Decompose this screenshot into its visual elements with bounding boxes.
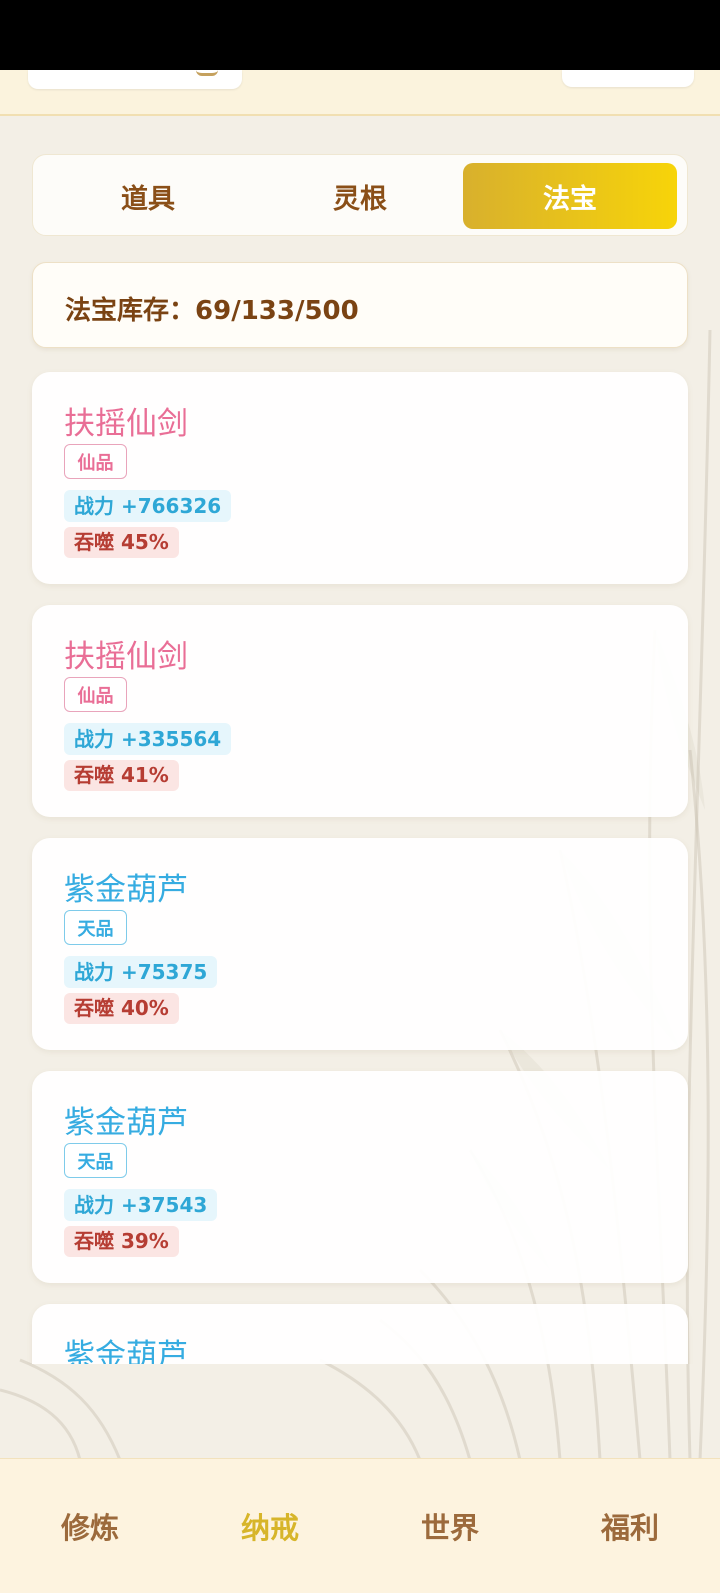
nav-storage-ring[interactable]: 纳戒: [180, 1459, 360, 1593]
artifact-card[interactable]: 紫金葫芦 天品 战力 +37543 吞噬 39%: [32, 1071, 688, 1283]
tab-spirit-root[interactable]: 灵根: [253, 163, 467, 229]
artifact-name: 紫金葫芦: [64, 1105, 188, 1141]
category-tabs: 道具 灵根 法宝: [32, 154, 688, 236]
artifact-card[interactable]: 扶摇仙剑 仙品 战力 +335564 吞噬 41%: [32, 605, 688, 817]
grade-badge: 天品: [64, 1143, 127, 1178]
power-stat: 战力 +766326: [64, 490, 232, 522]
bottom-nav: 修炼 纳戒 世界 福利: [0, 1458, 720, 1593]
artifact-stock-panel: 法宝库存：69/133/500: [32, 262, 688, 348]
stock-text: 法宝库存：69/133/500: [65, 290, 359, 327]
artifact-name: 扶摇仙剑: [64, 406, 188, 442]
artifact-name: 扶摇仙剑: [64, 639, 188, 675]
artifact-card[interactable]: 扶摇仙剑 仙品 战力 +766326 吞噬 45%: [32, 372, 688, 584]
artifact-name: 紫金葫芦: [64, 1338, 188, 1364]
grade-badge: 仙品: [64, 444, 127, 479]
grade-badge: 天品: [64, 910, 127, 945]
grade-badge: 仙品: [64, 677, 127, 712]
status-bar: [0, 0, 720, 70]
artifact-card[interactable]: 紫金葫芦: [32, 1304, 688, 1364]
nav-welfare[interactable]: 福利: [540, 1459, 720, 1593]
artifact-name: 紫金葫芦: [64, 872, 188, 908]
header-card-right[interactable]: [562, 70, 694, 87]
header-card-mark: [196, 67, 218, 76]
tab-items[interactable]: 道具: [41, 163, 255, 229]
power-stat: 战力 +335564: [64, 723, 232, 755]
power-stat: 战力 +37543: [64, 1189, 218, 1221]
artifact-card[interactable]: 紫金葫芦 天品 战力 +75375 吞噬 40%: [32, 838, 688, 1050]
stock-label: 法宝库存：: [65, 296, 196, 326]
tab-artifacts[interactable]: 法宝: [463, 163, 677, 229]
header-card-left[interactable]: [28, 70, 242, 89]
nav-cultivate[interactable]: 修炼: [0, 1459, 180, 1593]
devour-stat: 吞噬 40%: [64, 993, 179, 1024]
artifact-list[interactable]: 扶摇仙剑 仙品 战力 +766326 吞噬 45% 扶摇仙剑 仙品 战力 +33…: [0, 360, 720, 1364]
devour-stat: 吞噬 39%: [64, 1226, 179, 1257]
devour-stat: 吞噬 41%: [64, 760, 179, 791]
nav-world[interactable]: 世界: [360, 1459, 540, 1593]
power-stat: 战力 +75375: [64, 956, 218, 988]
devour-stat: 吞噬 45%: [64, 527, 179, 558]
stock-value: 69/133/500: [195, 296, 359, 326]
